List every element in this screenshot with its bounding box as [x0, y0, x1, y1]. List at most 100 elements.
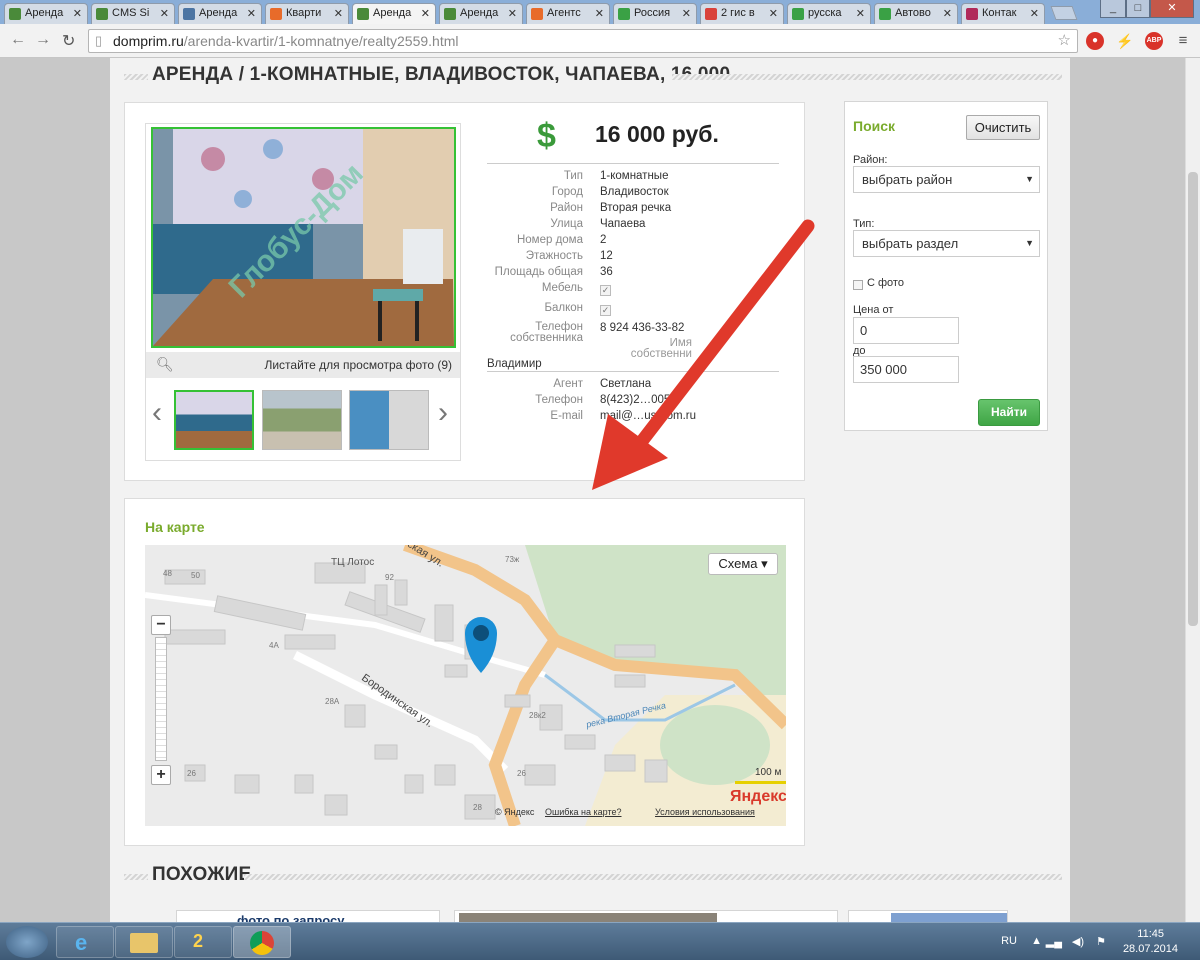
browser-tab[interactable]: русска ✕	[787, 3, 871, 24]
thumbnail-2[interactable]	[262, 390, 342, 450]
browser-tab[interactable]: Россия ✕	[613, 3, 697, 24]
tab-close-icon[interactable]: ✕	[769, 7, 778, 20]
similar-card-2[interactable]	[454, 910, 838, 922]
tray-arrow-icon[interactable]: ▲	[1031, 935, 1042, 947]
browser-toolbar: ← → ↻ ▯ domprim.ru/arenda-kvartir/1-komn…	[0, 24, 1200, 58]
tab-label: Аренда	[373, 7, 412, 19]
browser-tab[interactable]: Аренда ✕	[4, 3, 88, 24]
clear-button[interactable]: Очистить	[966, 115, 1040, 140]
price-from-input[interactable]: 0	[853, 317, 959, 344]
browser-tab[interactable]: Кварти ✕	[265, 3, 349, 24]
tab-close-icon[interactable]: ✕	[943, 7, 952, 20]
address-bar[interactable]: ▯ domprim.ru/arenda-kvartir/1-komnatnye/…	[88, 29, 1078, 53]
windows-taskbar: e 2 RU ▲ ▂▄ ◀) ⚑ 11:45 28.07.2014	[0, 922, 1200, 960]
browser-tab[interactable]: Автово ✕	[874, 3, 958, 24]
zoom-out-button[interactable]: −	[151, 615, 171, 635]
photo-checkbox-label: С фото	[867, 277, 904, 289]
browser-tab[interactable]: 2 гис в ✕	[700, 3, 784, 24]
map-error-link[interactable]: Ошибка на карте?	[545, 807, 622, 817]
new-tab-button[interactable]	[1050, 6, 1078, 20]
tab-close-icon[interactable]: ✕	[1030, 7, 1039, 20]
detail-row: Город Владивосток	[487, 186, 779, 202]
map-scale: 100 м	[755, 767, 782, 778]
lightning-extension-icon[interactable]: ⚡	[1116, 32, 1134, 50]
map-copyright: © Яндекс	[495, 807, 535, 817]
stop-extension-icon[interactable]: ●	[1086, 32, 1104, 50]
tab-close-icon[interactable]: ✕	[682, 7, 691, 20]
network-icon[interactable]: ▂▄	[1046, 935, 1062, 948]
menu-icon[interactable]: ≡	[1174, 32, 1192, 50]
tab-close-icon[interactable]: ✕	[421, 7, 430, 20]
district-select[interactable]: выбрать район ▼	[853, 166, 1040, 193]
tab-close-icon[interactable]: ✕	[595, 7, 604, 20]
type-select[interactable]: выбрать раздел ▼	[853, 230, 1040, 257]
tab-close-icon[interactable]: ✕	[73, 7, 82, 20]
forward-icon[interactable]: →	[35, 31, 51, 49]
clock-date[interactable]: 28.07.2014	[1123, 943, 1178, 955]
dollar-house-icon: $	[537, 117, 556, 155]
ie-icon: e	[75, 930, 88, 955]
tab-favicon-icon	[705, 8, 717, 20]
chrome-icon	[250, 931, 274, 955]
similar-card-3[interactable]	[848, 910, 1008, 922]
detail-key: Район	[550, 202, 583, 214]
tab-close-icon[interactable]: ✕	[247, 7, 256, 20]
action-center-icon[interactable]: ⚑	[1096, 935, 1106, 948]
tab-close-icon[interactable]: ✕	[508, 7, 517, 20]
similar-title-bar: Похожие	[124, 864, 1064, 890]
chrome-app[interactable]	[233, 926, 291, 958]
bookmark-star-icon[interactable]: ☆	[1058, 30, 1071, 52]
2gis-app[interactable]: 2	[174, 926, 232, 958]
magnifier-icon[interactable]: 🔍︎	[156, 356, 174, 373]
close-window-button[interactable]: ✕	[1150, 0, 1194, 18]
zoom-slider[interactable]	[155, 637, 167, 761]
folder-icon	[130, 933, 158, 953]
scrollbar-thumb[interactable]	[1188, 172, 1198, 626]
search-title: Поиск	[853, 118, 896, 134]
thumbs-prev-arrow[interactable]: ‹	[152, 396, 162, 430]
tab-close-icon[interactable]: ✕	[334, 7, 343, 20]
price-to-input[interactable]: 350 000	[853, 356, 959, 383]
browser-tab[interactable]: Аренда ✕	[178, 3, 262, 24]
detail-key: Город	[551, 186, 583, 198]
tab-close-icon[interactable]: ✕	[160, 7, 169, 20]
thumbnail-3[interactable]	[349, 390, 429, 450]
zoom-in-button[interactable]: +	[151, 765, 171, 785]
browser-tab[interactable]: Контак ✕	[961, 3, 1045, 24]
browser-tab[interactable]: Агентс ✕	[526, 3, 610, 24]
tab-label: 2 гис в	[721, 7, 755, 19]
map-scheme-button[interactable]: Схема ▾	[708, 553, 778, 575]
similar-card-1[interactable]: фото по запросу	[176, 910, 440, 922]
tab-label: Контак	[982, 7, 1017, 19]
ie-app[interactable]: e	[56, 926, 114, 958]
volume-icon[interactable]: ◀)	[1072, 935, 1084, 948]
tab-favicon-icon	[879, 8, 891, 20]
tab-favicon-icon	[183, 8, 195, 20]
main-photo[interactable]: Глобус-Дом	[151, 127, 456, 348]
map-view[interactable]: ТЦ Лотос …ская ул. Бородинская ул. река …	[145, 545, 786, 826]
tab-close-icon[interactable]: ✕	[856, 7, 865, 20]
thumbs-next-arrow[interactable]: ›	[438, 396, 448, 430]
back-icon[interactable]: ←	[10, 31, 26, 49]
minimize-button[interactable]: _	[1100, 0, 1126, 18]
start-button[interactable]	[6, 926, 48, 958]
photo-gallery: Глобус-Дом 🔍︎ Листайте для просмотра фот…	[145, 123, 461, 461]
map-terms-link[interactable]: Условия использования	[655, 807, 755, 817]
adblock-icon[interactable]: ABP	[1145, 32, 1163, 50]
tab-label: Аренда	[25, 7, 64, 19]
tab-favicon-icon	[96, 8, 108, 20]
detail-key: Улица	[550, 218, 583, 230]
find-button[interactable]: Найти	[978, 399, 1040, 426]
photo-checkbox[interactable]	[853, 280, 863, 290]
explorer-app[interactable]	[115, 926, 173, 958]
language-indicator[interactable]: RU	[1001, 935, 1017, 947]
browser-tab[interactable]: CMS Si ✕	[91, 3, 175, 24]
thumbnail-1[interactable]	[174, 390, 254, 450]
vertical-scrollbar[interactable]	[1185, 58, 1200, 922]
browser-tab[interactable]: Аренда ✕	[352, 3, 436, 24]
tab-label: Автово	[895, 7, 931, 19]
maximize-button[interactable]: □	[1126, 0, 1150, 18]
reload-icon[interactable]: ↻	[62, 31, 75, 51]
browser-tab[interactable]: Аренда ✕	[439, 3, 523, 24]
clock-time[interactable]: 11:45	[1137, 928, 1164, 940]
